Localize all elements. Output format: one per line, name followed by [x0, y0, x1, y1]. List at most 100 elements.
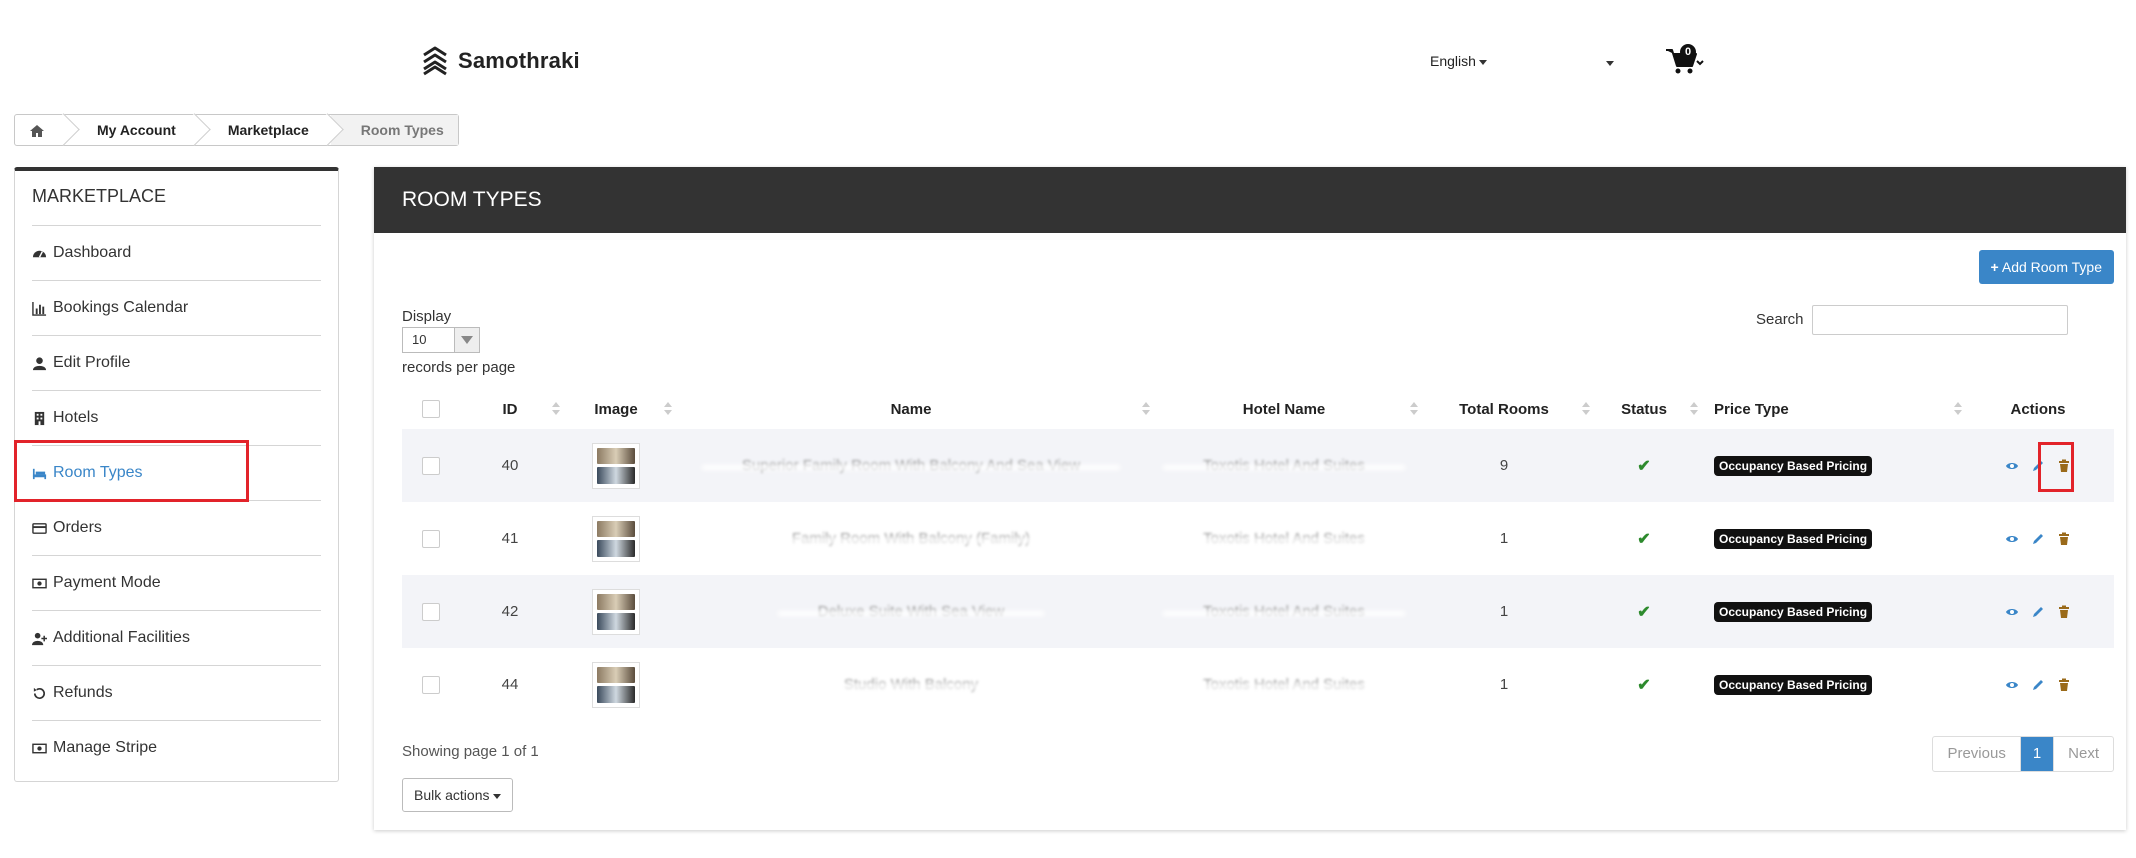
sidebar-item-additional-facilities[interactable]: Additional Facilities: [32, 611, 321, 666]
delete-icon[interactable]: [2057, 678, 2071, 692]
sidebar-item-refunds[interactable]: Refunds: [32, 666, 321, 721]
sidebar-item-orders[interactable]: Orders: [32, 501, 321, 556]
sidebar-item-label: Edit Profile: [53, 354, 131, 371]
breadcrumb-my-account[interactable]: My Account: [67, 115, 198, 145]
column-hotel-name[interactable]: Hotel Name: [1150, 389, 1418, 429]
sidebar-item-label: Manage Stripe: [53, 739, 158, 756]
sidebar-item-label: Payment Mode: [53, 574, 161, 591]
brand-name: Samothraki: [458, 48, 580, 73]
delete-icon[interactable]: [2057, 605, 2071, 619]
column-total-rooms[interactable]: Total Rooms: [1418, 389, 1590, 429]
room-name[interactable]: Deluxe Suite With Sea View: [818, 603, 1004, 620]
highlight-box-room-types: [14, 440, 249, 502]
breadcrumb: My Account Marketplace Room Types: [14, 114, 459, 146]
bulk-actions-button[interactable]: Bulk actions: [402, 778, 514, 812]
bulk-actions-label: Bulk actions: [414, 787, 490, 803]
hotel-name: Toxotis Hotel And Suites: [1203, 603, 1365, 620]
language-label: English: [1430, 53, 1476, 69]
room-name[interactable]: Studio With Balcony: [844, 676, 978, 693]
sort-icon: [1410, 402, 1418, 416]
row-checkbox[interactable]: [422, 529, 440, 548]
row-checkbox[interactable]: [422, 602, 440, 621]
row-checkbox[interactable]: [422, 456, 440, 475]
hotel-name: Toxotis Hotel And Suites: [1203, 530, 1365, 547]
brand-logo[interactable]: Samothraki: [420, 46, 580, 76]
room-name[interactable]: Family Room With Balcony (Family): [792, 530, 1030, 547]
language-selector[interactable]: English: [1430, 53, 1487, 69]
pagination-info: Showing page 1 of 1: [402, 743, 539, 760]
page-title: ROOM TYPES: [374, 167, 2126, 233]
row-actions: [2005, 532, 2071, 546]
table-row: 40 Superior Family Room With Balcony And…: [402, 429, 2114, 502]
view-icon[interactable]: [2005, 532, 2019, 546]
user-plus-icon: [32, 632, 47, 645]
sidebar-item-manage-stripe[interactable]: Manage Stripe: [32, 721, 321, 775]
total-rooms: 9: [1499, 457, 1509, 474]
room-image: [592, 442, 640, 489]
sidebar-item-label: Additional Facilities: [53, 629, 190, 646]
pagination: Previous 1 Next: [1932, 736, 2114, 772]
sidebar-item-label: Orders: [53, 519, 102, 536]
total-rooms: 1: [1499, 676, 1509, 693]
add-room-type-button[interactable]: + Add Room Type: [1978, 250, 2114, 284]
price-type-badge: Occupancy Based Pricing: [1714, 455, 1873, 476]
add-room-type-label: Add Room Type: [2001, 259, 2102, 275]
hotel-name: Toxotis Hotel And Suites: [1203, 457, 1365, 474]
search-input[interactable]: [1812, 305, 2068, 335]
sidebar-item-hotels[interactable]: Hotels: [32, 391, 321, 446]
delete-icon[interactable]: [2057, 532, 2071, 546]
next-page-button[interactable]: Next: [2054, 737, 2113, 771]
sort-icon: [1954, 402, 1962, 416]
sidebar-item-edit-profile[interactable]: Edit Profile: [32, 336, 321, 391]
column-actions: Actions: [2010, 400, 2066, 418]
chevron-down-icon: [454, 328, 479, 352]
price-type-badge: Occupancy Based Pricing: [1714, 601, 1873, 622]
money-icon: [32, 578, 47, 588]
total-rooms: 1: [1499, 603, 1509, 620]
sidebar-item-payment-mode[interactable]: Payment Mode: [32, 556, 321, 611]
column-status[interactable]: Status: [1590, 389, 1698, 429]
price-type-badge: Occupancy Based Pricing: [1714, 674, 1873, 695]
status-active-icon: ✔: [1637, 676, 1651, 694]
money-icon: [32, 743, 47, 753]
status-active-icon: ✔: [1637, 457, 1651, 475]
column-image[interactable]: Image: [560, 389, 672, 429]
row-actions: [2005, 605, 2071, 619]
room-image: [592, 515, 640, 562]
sidebar-item-dashboard[interactable]: Dashboard: [32, 226, 321, 281]
room-id: 42: [501, 603, 519, 620]
dashboard-icon: [32, 250, 47, 258]
edit-icon[interactable]: [2031, 678, 2045, 692]
records-per-page-select[interactable]: 10: [402, 327, 480, 353]
row-actions: [2005, 678, 2071, 692]
edit-icon[interactable]: [2031, 532, 2045, 546]
sidebar-item-bookings-calendar[interactable]: Bookings Calendar: [32, 281, 321, 336]
display-label: Display: [402, 308, 452, 325]
view-icon[interactable]: [2005, 605, 2019, 619]
room-id: 41: [501, 530, 519, 547]
column-name[interactable]: Name: [672, 389, 1150, 429]
previous-page-button[interactable]: Previous: [1933, 737, 2021, 771]
row-checkbox[interactable]: [422, 675, 440, 694]
view-icon[interactable]: [2005, 678, 2019, 692]
hotel-name: Toxotis Hotel And Suites: [1203, 676, 1365, 693]
select-all-checkbox[interactable]: [422, 400, 440, 418]
sort-icon: [1142, 402, 1150, 416]
sidebar-title: MARKETPLACE: [32, 171, 321, 226]
view-icon[interactable]: [2005, 459, 2019, 473]
sidebar-item-label: Refunds: [53, 684, 113, 701]
edit-icon[interactable]: [2031, 605, 2045, 619]
room-image: [592, 661, 640, 708]
chevron-down-icon: [1478, 59, 1487, 65]
currency-dropdown-icon[interactable]: [1606, 61, 1614, 66]
room-name[interactable]: Superior Family Room With Balcony And Se…: [742, 457, 1080, 474]
credit-card-icon: [32, 522, 47, 534]
page-1-button[interactable]: 1: [2020, 737, 2055, 771]
refresh-icon: [33, 687, 46, 699]
user-icon: [32, 356, 47, 370]
breadcrumb-home[interactable]: [15, 115, 67, 145]
column-id[interactable]: ID: [460, 389, 560, 429]
column-price-type[interactable]: Price Type: [1698, 389, 1962, 429]
sidebar-item-label: Bookings Calendar: [53, 299, 189, 316]
breadcrumb-marketplace[interactable]: Marketplace: [198, 115, 331, 145]
